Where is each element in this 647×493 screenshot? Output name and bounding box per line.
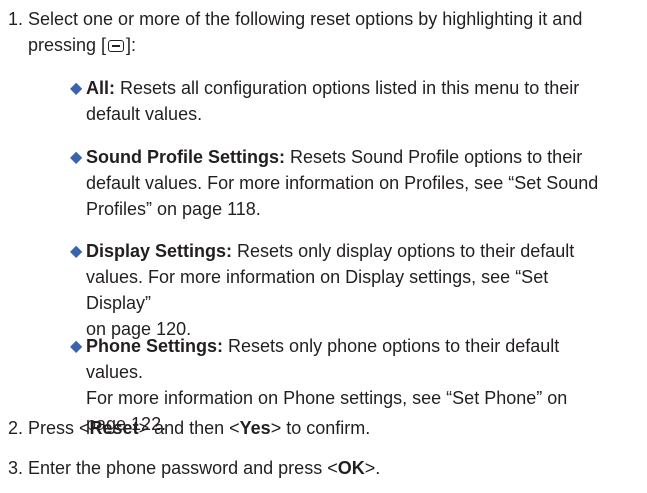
ok-softkey-label: OK <box>337 458 365 478</box>
reset-softkey-label: Reset <box>89 418 139 438</box>
option-name: Phone Settings: <box>86 336 224 356</box>
step-text: Select one or more of the following rese… <box>28 6 633 58</box>
text-fragment: > to confirm. <box>270 418 371 438</box>
text-fragment: Press < <box>28 418 90 438</box>
menu-ok-key-icon <box>108 40 125 52</box>
text-fragment: pressing [ <box>28 35 107 55</box>
option-text: Resets Sound Profile options to their <box>290 147 583 167</box>
diamond-bullet-icon: ◆ <box>70 243 83 260</box>
step-number: 2. <box>8 418 24 438</box>
text-fragment: >. <box>364 458 381 478</box>
option-name: Sound Profile Settings: <box>86 147 286 167</box>
option-line: default values. For more information on … <box>86 173 599 193</box>
option-all: ◆ All: Resets all configuration options … <box>70 75 600 127</box>
diamond-bullet-icon: ◆ <box>70 338 83 355</box>
diamond-bullet-icon: ◆ <box>70 149 83 166</box>
option-line: Profiles” on page 118. <box>86 199 261 219</box>
option-name: Display Settings: <box>86 241 233 261</box>
option-line: values. For more information on Display … <box>86 267 549 313</box>
yes-softkey-label: Yes <box>239 418 271 438</box>
step-text-line: pressing []: <box>28 32 633 58</box>
step-text: Press <Reset> and then <Yes> to confirm. <box>28 415 633 441</box>
text-fragment: > and then < <box>138 418 240 438</box>
option-display-settings: ◆ Display Settings: Resets only display … <box>70 238 600 342</box>
step-text-line: Select one or more of the following rese… <box>28 9 583 29</box>
text-fragment: ]: <box>126 35 137 55</box>
option-line: Phone Settings: Resets only phone option… <box>86 333 600 385</box>
option-sound-profile-settings: ◆ Sound Profile Settings: Resets Sound P… <box>70 144 600 222</box>
option-text: Resets all configuration options listed … <box>120 78 580 98</box>
step-number: 1. <box>8 9 24 29</box>
option-line: default values. <box>86 104 203 124</box>
step-number: 3. <box>8 458 24 478</box>
option-text: Resets only display options to their def… <box>237 241 575 261</box>
diamond-bullet-icon: ◆ <box>70 80 83 97</box>
option-line: Sound Profile Settings: Resets Sound Pro… <box>86 144 600 170</box>
option-line: For more information on Phone settings, … <box>86 388 568 408</box>
option-line: All: Resets all configuration options li… <box>86 75 600 101</box>
option-line: Display Settings: Resets only display op… <box>86 238 600 264</box>
text-fragment: Enter the phone password and press < <box>28 458 338 478</box>
option-name: All: <box>86 78 115 98</box>
step-text: Enter the phone password and press <OK>. <box>28 455 633 481</box>
